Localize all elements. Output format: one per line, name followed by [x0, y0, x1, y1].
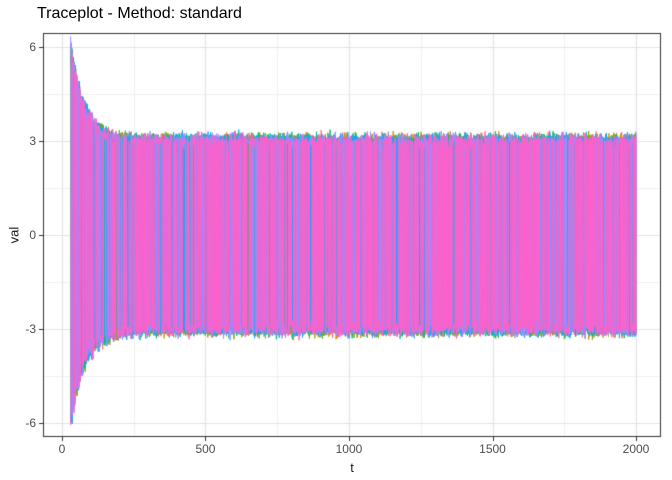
y-tick-label: 3: [0, 135, 36, 147]
traceplot-figure: Traceplot - Method: standard 630-3-60500…: [0, 0, 672, 480]
trace-plot-canvas: [0, 0, 672, 480]
y-tick-label: 6: [0, 41, 36, 53]
y-tick-label: -3: [0, 323, 36, 335]
x-axis-title: t: [350, 461, 354, 474]
x-tick-label: 2000: [623, 443, 650, 455]
y-axis-title: val: [8, 227, 21, 244]
y-tick-label: -6: [0, 417, 36, 429]
plot-title: Traceplot - Method: standard: [37, 5, 242, 23]
x-tick-label: 1500: [479, 443, 506, 455]
x-tick-label: 0: [59, 443, 66, 455]
x-tick-label: 500: [195, 443, 215, 455]
x-tick-label: 1000: [336, 443, 363, 455]
